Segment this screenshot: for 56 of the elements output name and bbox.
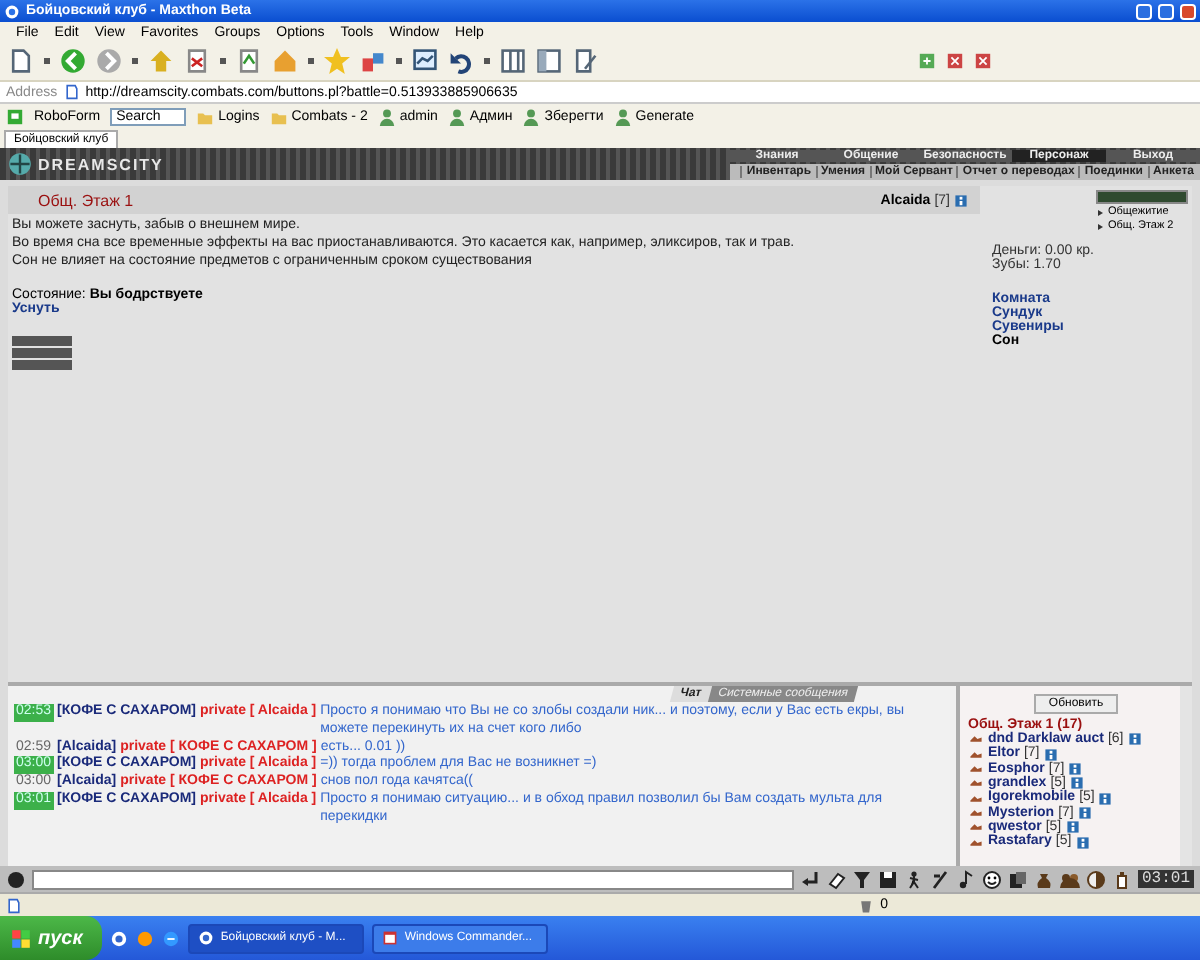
maximize-button[interactable] (1158, 3, 1174, 19)
chat-input[interactable] (32, 869, 794, 889)
close-icon[interactable] (974, 52, 992, 70)
info-icon[interactable] (1075, 835, 1090, 850)
info-icon[interactable] (1068, 761, 1083, 776)
close-button[interactable] (1180, 3, 1196, 19)
info-icon[interactable] (954, 193, 968, 207)
chat-clock: 03:01 (1137, 870, 1194, 888)
globe-logo-icon (8, 152, 32, 176)
head-icon[interactable] (6, 869, 26, 889)
monitor-icon[interactable] (412, 48, 438, 74)
info-icon[interactable] (1043, 747, 1058, 762)
minimize-button[interactable] (1136, 3, 1152, 19)
star-icon[interactable] (324, 48, 350, 74)
info-icon[interactable] (1098, 791, 1113, 806)
location-bar (1096, 190, 1188, 204)
info-icon[interactable] (1127, 732, 1142, 747)
enter-icon[interactable] (799, 869, 820, 889)
person-icon (613, 107, 632, 125)
new-page-icon[interactable] (8, 48, 34, 74)
smiley-icon[interactable] (981, 869, 1002, 889)
group-icon[interactable] (1059, 869, 1080, 889)
window-icon (382, 930, 399, 946)
roboform-icon (6, 107, 24, 125)
back-icon[interactable] (60, 48, 86, 74)
browser-icon (198, 930, 215, 946)
save-icon[interactable] (877, 869, 898, 889)
page-edit-icon[interactable] (572, 48, 598, 74)
blocks-icon[interactable] (360, 48, 386, 74)
walking-person-icon[interactable] (903, 869, 924, 889)
scrollbar[interactable] (1180, 686, 1192, 866)
person-icon (522, 107, 541, 125)
slash-icon[interactable] (929, 869, 950, 889)
ball-icon[interactable] (1085, 869, 1106, 889)
info-icon[interactable] (1069, 776, 1084, 791)
close-icon[interactable] (946, 52, 964, 70)
windows-flag-icon (10, 927, 32, 949)
columns-icon[interactable] (500, 48, 526, 74)
money-bag-icon[interactable] (1033, 869, 1054, 889)
add-icon[interactable] (918, 52, 936, 70)
refresh-icon[interactable] (236, 48, 262, 74)
stop-icon[interactable] (184, 48, 210, 74)
room-title: Общ. Этаж 1 (38, 191, 134, 209)
bottle-icon[interactable] (1111, 869, 1132, 889)
site-logo[interactable]: DREAMSCITY (38, 155, 164, 173)
info-icon[interactable] (1077, 805, 1092, 820)
info-icon[interactable] (1065, 820, 1080, 835)
counter-badges (12, 336, 72, 371)
cards-icon[interactable] (1007, 869, 1028, 889)
person-icon (377, 107, 396, 125)
panel-icon[interactable] (536, 48, 562, 74)
ie-icon[interactable] (162, 929, 181, 947)
browser-logo-icon (4, 3, 20, 19)
browser-icon[interactable] (110, 929, 129, 947)
person-icon (447, 107, 466, 125)
music-note-icon[interactable] (955, 869, 976, 889)
